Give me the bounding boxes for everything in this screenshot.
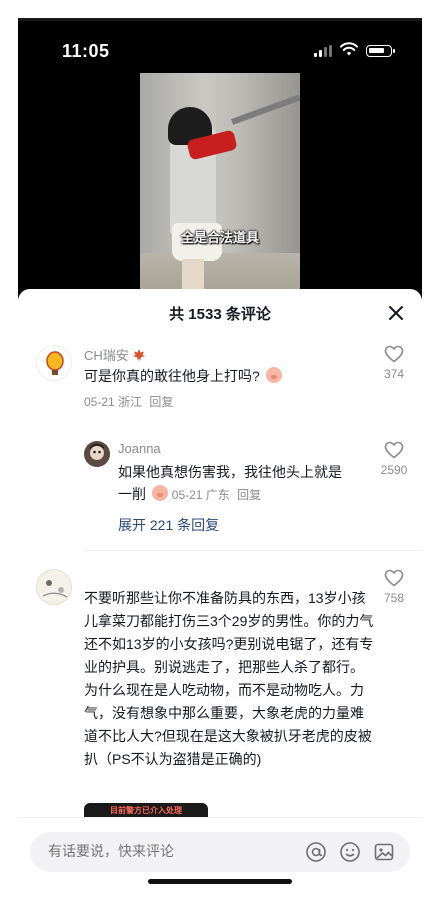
thumbnail-caption: 目前警方已介入处理 <box>110 806 182 815</box>
status-bar: 11:05 <box>18 21 422 69</box>
reply-meta: 05-21 广东 回复 <box>171 488 262 502</box>
comment-input[interactable] <box>48 843 288 859</box>
balloon-avatar-icon <box>46 351 64 375</box>
face-avatar-icon <box>90 443 104 460</box>
expand-replies-button[interactable]: 展开 221 条回复 <box>118 515 219 535</box>
sheet-header: 共 1533 条评论 <box>18 289 422 337</box>
video-frame: 全是合法道具 <box>140 73 300 293</box>
comment-text: 可是你真的敢往他身上打吗? <box>84 365 364 387</box>
heart-icon <box>384 569 404 587</box>
comment-username[interactable]: CH瑞安 <box>84 345 146 364</box>
avatar[interactable] <box>36 345 72 381</box>
heart-icon <box>384 345 404 363</box>
reply-text: 如果他真想伤害我，我往他头上就是 一削 05-21 广东 回复 <box>118 464 342 502</box>
comments-count-title: 共 1533 条评论 <box>169 306 271 323</box>
status-time: 11:05 <box>62 41 110 61</box>
reply-button[interactable]: 回复 <box>237 488 261 502</box>
emoji-icon[interactable] <box>338 840 362 864</box>
reply-button[interactable]: 回复 <box>149 395 173 409</box>
wifi-icon <box>340 42 358 56</box>
like-count: 374 <box>383 367 405 381</box>
like-count: 2590 <box>380 463 408 477</box>
cellular-signal-icon <box>314 45 334 57</box>
image-icon[interactable] <box>372 840 396 864</box>
reply-avatar[interactable] <box>84 441 110 467</box>
reply-username[interactable]: Joanna <box>118 441 161 456</box>
comment-meta: 05-21 浙江 回复 <box>84 395 174 409</box>
doodle-avatar-icon <box>42 580 68 598</box>
like-button[interactable]: 374 <box>374 345 414 381</box>
long-comment-text: 不要听那些让你不准备防具的东西，13岁小孩儿拿菜刀都能打伤三3个29岁的男性。你… <box>84 590 374 767</box>
like-button[interactable]: 758 <box>374 569 414 605</box>
avatar[interactable] <box>36 569 72 605</box>
pig-face-emoji-icon <box>151 485 168 501</box>
video-caption: 全是合法道具 <box>180 230 259 245</box>
close-icon[interactable] <box>384 301 408 325</box>
maple-leaf-icon <box>133 349 146 361</box>
divider <box>84 550 422 551</box>
like-count: 758 <box>383 591 405 605</box>
phone-screen: 11:05 全是合法道具 共 1533 条评论 CH瑞安 可是你真的敢往他身上打… <box>18 18 422 894</box>
pig-face-emoji-icon <box>265 367 282 383</box>
comment-input-pill[interactable] <box>30 832 410 872</box>
at-icon[interactable] <box>304 840 328 864</box>
battery-icon <box>366 45 395 57</box>
comments-sheet: 共 1533 条评论 CH瑞安 可是你真的敢往他身上打吗? 05-21 浙江 回… <box>18 289 422 894</box>
heart-icon <box>384 441 404 459</box>
video-player[interactable]: 11:05 全是合法道具 <box>18 21 422 311</box>
reply-like-button[interactable]: 2590 <box>374 441 414 477</box>
home-indicator[interactable] <box>148 879 292 884</box>
